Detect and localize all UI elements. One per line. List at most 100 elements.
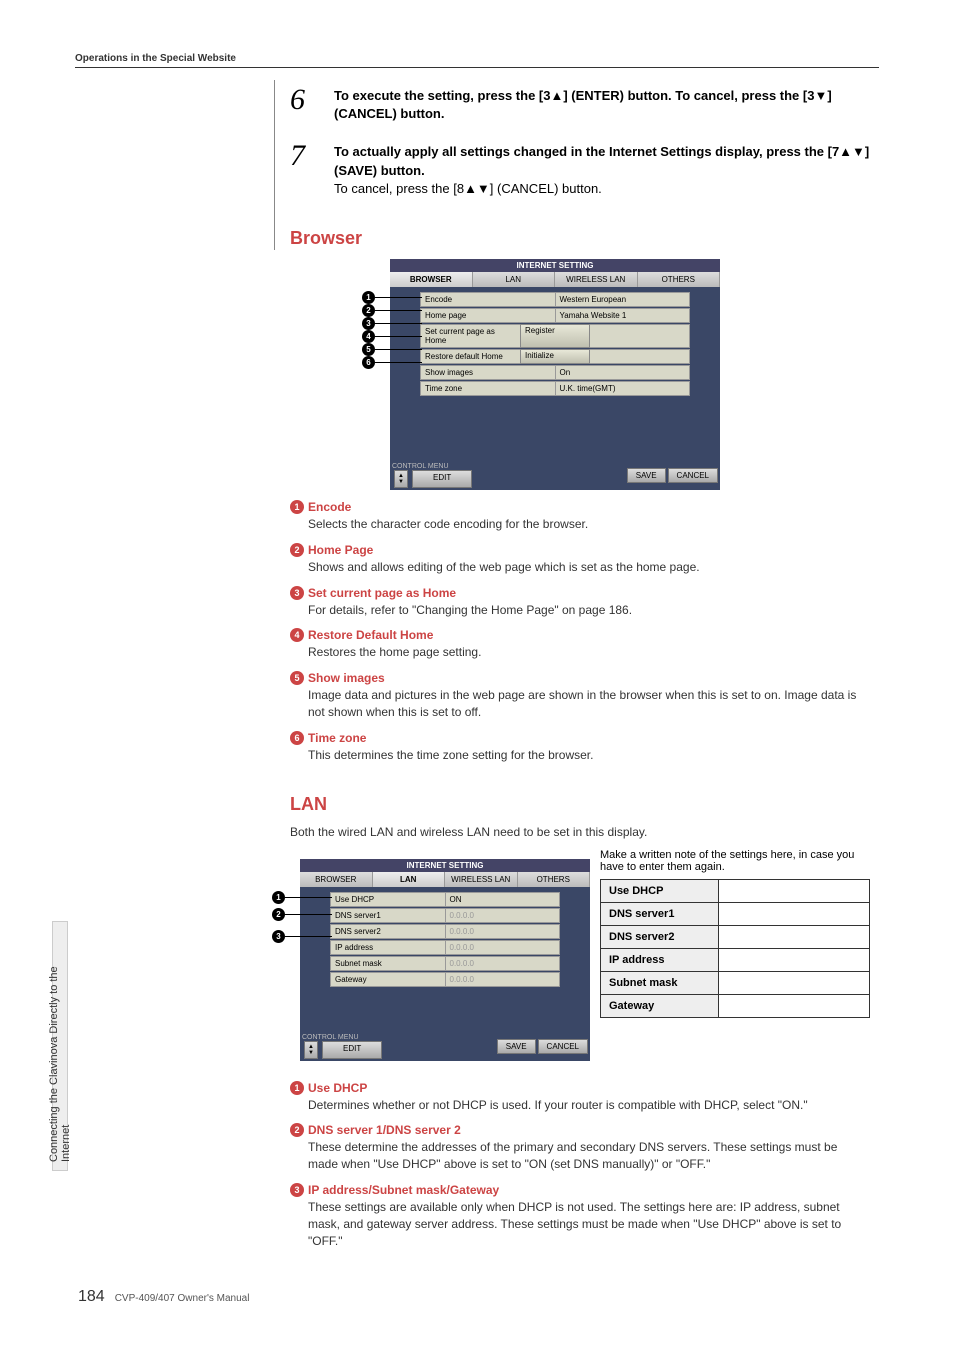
def-body: These settings are available only when D… [308,1199,870,1249]
ctrl-menu-label: CONTROL MENU [302,1034,382,1041]
row-encode[interactable]: EncodeWestern European [420,292,690,307]
callout-1: 1 [362,291,422,304]
callout-3: 3 [362,317,422,330]
browser-heading: Browser [290,228,870,249]
tab-wireless[interactable]: WIRELESS LAN [445,872,518,887]
def-head: 1Use DHCP [290,1081,870,1095]
def-body: Restores the home page setting. [308,644,870,661]
def-head: 2DNS server 1/DNS server 2 [290,1123,870,1137]
tab-browser[interactable]: BROWSER [390,272,473,287]
updown-icon[interactable] [394,470,408,488]
row-ip[interactable]: IP address0.0.0.0 [330,940,560,955]
def-title: DNS server 1/DNS server 2 [308,1123,461,1137]
table-label: Gateway [601,994,719,1017]
def-body: Image data and pictures in the web page … [308,687,870,721]
row-gateway[interactable]: Gateway0.0.0.0 [330,972,560,987]
row-set-home[interactable]: Set current page as HomeRegister [420,324,690,348]
ss-bottom: CONTROL MENU EDIT SAVE CANCEL [390,461,720,490]
tab-browser[interactable]: BROWSER [300,872,373,887]
ss-title: INTERNET SETTING [300,859,590,872]
header-title: Operations in the Special Website [75,53,236,64]
lan-intro: Both the wired LAN and wireless LAN need… [290,825,870,839]
table-value [719,971,870,994]
row-dns1[interactable]: DNS server10.0.0.0 [330,908,560,923]
def-body: For details, refer to "Changing the Home… [308,602,870,619]
updown-icon[interactable] [304,1041,318,1059]
def-title: Time zone [308,731,366,745]
def-head: 3 Set current page as Home [290,586,870,600]
def-body: This determines the time zone setting fo… [308,747,870,764]
callout-2: 2 [272,908,332,921]
def-item: 2DNS server 1/DNS server 2 These determin… [290,1123,870,1173]
step-number: 6 [290,85,334,115]
table-value [719,902,870,925]
callout-4: 4 [362,330,422,343]
footer: 184 CVP-409/407 Owner's Manual [78,1288,249,1306]
def-title: IP address/Subnet mask/Gateway [308,1183,499,1197]
def-num: 1 [290,1081,304,1095]
cancel-button[interactable]: CANCEL [538,1039,588,1054]
table-label: IP address [601,948,719,971]
ss-bottom: CONTROL MENU EDIT SAVE CANCEL [300,1032,590,1061]
step-text: To execute the setting, press the [3▲] (… [334,85,870,123]
callout-6: 6 [362,356,422,369]
ss-tabs: BROWSER LAN WIRELESS LAN OTHERS [390,272,720,287]
ss-title: INTERNET SETTING [390,259,720,272]
edit-button[interactable]: EDIT [322,1041,382,1059]
tab-lan[interactable]: LAN [473,272,556,287]
tab-others[interactable]: OTHERS [518,872,591,887]
def-item: 1EncodeSelects the character code encodi… [290,500,870,533]
def-title: Encode [308,500,351,514]
table-row: Gateway [601,994,870,1017]
def-num: 2 [290,543,304,557]
def-head: 6Time zone [290,731,870,745]
row-show-images[interactable]: Show imagesOn [420,365,690,380]
page-header: Operations in the Special Website [75,50,879,68]
callout-3: 3 [272,930,332,943]
row-timezone[interactable]: Time zoneU.K. time(GMT) [420,381,690,396]
def-head: 1Encode [290,500,870,514]
def-body: These determine the addresses of the pri… [308,1139,870,1173]
table-row: Subnet mask [601,971,870,994]
browser-defs: 1EncodeSelects the character code encodi… [290,500,870,764]
save-button[interactable]: SAVE [627,468,666,483]
lan-heading: LAN [290,794,870,815]
def-head: 3IP address/Subnet mask/Gateway [290,1183,870,1197]
def-title: Home Page [308,543,373,557]
tab-others[interactable]: OTHERS [638,272,721,287]
def-head: 4Restore Default Home [290,628,870,642]
lan-defs: 1Use DHCPDetermines whether or not DHCP … [290,1081,870,1250]
ss-body: 1 2 3 Use DHCPON DNS server10.0.0.0 DNS … [300,887,590,1032]
lan-note: Make a written note of the settings here… [600,849,870,1018]
row-restore-home[interactable]: Restore default HomeInitialize [420,349,690,364]
def-item: 3 Set current page as Home For details, re… [290,586,870,619]
table-label: DNS server2 [601,925,719,948]
def-title: Set current page as Home [308,586,456,600]
row-dhcp[interactable]: Use DHCPON [330,892,560,907]
step-plain: To cancel, press the [8▲▼] (CANCEL) butt… [334,181,602,196]
def-num: 4 [290,628,304,642]
def-num: 3 [290,586,304,600]
row-homepage[interactable]: Home pageYamaha Website 1 [420,308,690,323]
def-item: 6Time zone This determines the time zone … [290,731,870,764]
table-row: DNS server1 [601,902,870,925]
note-table: Use DHCP DNS server1 DNS server2 IP addr… [600,879,870,1018]
table-label: DNS server1 [601,902,719,925]
save-button[interactable]: SAVE [497,1039,536,1054]
edit-button[interactable]: EDIT [412,470,472,488]
row-subnet[interactable]: Subnet mask0.0.0.0 [330,956,560,971]
main-content: 6 To execute the setting, press the [3▲]… [290,85,870,1259]
tab-wireless[interactable]: WIRELESS LAN [555,272,638,287]
table-row: DNS server2 [601,925,870,948]
callout-1: 1 [272,891,332,904]
table-row: Use DHCP [601,879,870,902]
def-item: 2 Home Page Shows and allows editing of th… [290,543,870,576]
def-item: 3IP address/Subnet mask/Gateway These set… [290,1183,870,1249]
def-body: Shows and allows editing of the web page… [308,559,870,576]
row-dns2[interactable]: DNS server20.0.0.0 [330,924,560,939]
step-number: 7 [290,141,334,171]
tab-lan[interactable]: LAN [373,872,446,887]
manual-title: CVP-409/407 Owner's Manual [115,1293,250,1304]
cancel-button[interactable]: CANCEL [668,468,718,483]
table-label: Subnet mask [601,971,719,994]
